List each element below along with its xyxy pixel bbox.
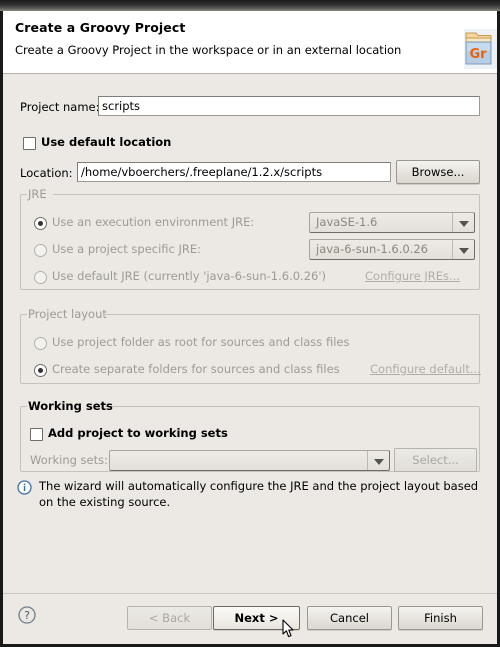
project-name-label: Project name: [20,100,100,114]
project-name-input[interactable] [98,96,480,116]
radio-execution-environment-jre[interactable] [34,217,47,230]
location-input[interactable] [77,162,391,182]
cancel-button[interactable]: Cancel [307,606,392,630]
finish-button[interactable]: Finish [398,606,483,630]
radio-project-specific-jre-label: Use a project specific JRE: [52,242,202,256]
radio-default-jre[interactable] [34,271,47,284]
working-sets-group-label: Working sets [28,399,113,413]
dialog-footer: ? < Back Next > Cancel Finish [3,594,497,644]
page-subtitle: Create a Groovy Project in the workspace… [15,43,402,57]
svg-text:?: ? [24,609,30,622]
chevron-down-icon[interactable] [452,240,474,259]
info-message-area: The wizard will automatically configure … [3,478,497,528]
radio-project-folder-root[interactable] [34,337,47,350]
page-title: Create a Groovy Project [15,20,186,35]
configure-default-link[interactable]: Configure default... [370,362,481,376]
window-titlebar[interactable] [0,0,500,11]
execution-environment-combo-value: JavaSE-1.6 [316,215,378,229]
execution-environment-combo[interactable]: JavaSE-1.6 [309,212,475,233]
working-sets-label: Working sets: [30,453,109,467]
jre-group-label: JRE [28,187,47,201]
dialog-window: Create a Groovy Project Create a Groovy … [0,0,500,647]
svg-text:Gr: Gr [469,47,487,62]
project-specific-jre-combo[interactable]: java-6-sun-1.6.0.26 [309,239,475,260]
wizard-header: Create a Groovy Project Create a Groovy … [3,11,497,74]
groovy-project-folder-icon: Gr [463,29,497,69]
select-working-sets-button[interactable]: Select... [394,448,477,472]
chevron-down-icon[interactable] [367,451,389,470]
back-button[interactable]: < Back [127,606,212,630]
chevron-down-icon[interactable] [452,213,474,232]
help-question-icon[interactable]: ? [18,606,36,624]
add-project-to-working-sets-checkbox[interactable] [30,428,43,441]
radio-project-folder-root-label: Use project folder as root for sources a… [52,335,350,349]
configure-jres-link[interactable]: Configure JREs... [365,269,460,283]
add-project-to-working-sets-label: Add project to working sets [48,426,228,440]
next-button[interactable]: Next > [213,606,300,630]
location-label: Location: [20,166,73,180]
radio-separate-folders-label: Create separate folders for sources and … [52,362,340,376]
working-sets-combo[interactable] [109,450,390,471]
project-layout-group-label: Project layout [28,307,107,321]
use-default-location-label: Use default location [41,135,172,149]
browse-button[interactable]: Browse... [396,160,480,184]
radio-execution-environment-jre-label: Use an execution environment JRE: [52,215,255,229]
radio-project-specific-jre[interactable] [34,244,47,257]
use-default-location-checkbox[interactable] [23,137,36,150]
project-specific-jre-combo-value: java-6-sun-1.6.0.26 [316,242,428,256]
radio-default-jre-label: Use default JRE (currently 'java-6-sun-1… [52,269,326,283]
info-message-text: The wizard will automatically configure … [39,479,479,509]
radio-separate-folders[interactable] [34,364,47,377]
info-circle-icon [17,480,32,495]
